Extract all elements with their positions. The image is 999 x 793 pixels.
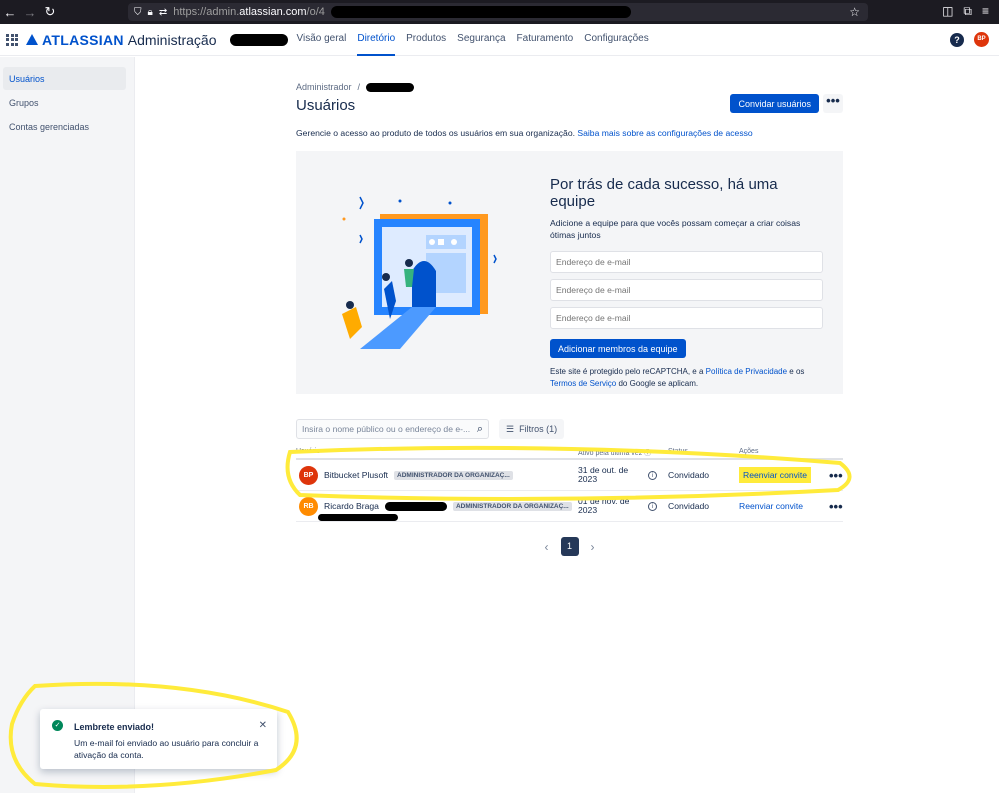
email-field-3[interactable] (550, 307, 823, 329)
redacted-breadcrumb (366, 82, 415, 92)
page-number[interactable]: 1 (560, 537, 579, 556)
status-text: Convidado (668, 470, 710, 480)
resend-invite-link[interactable]: Reenviar convite (739, 467, 812, 483)
sidebar-item-grupos[interactable]: Grupos (3, 91, 126, 114)
nav-visao-geral[interactable]: Visão geral (296, 24, 346, 56)
info-icon[interactable]: i (648, 501, 657, 511)
atlassian-logo[interactable]: ATLASSIAN (26, 32, 124, 48)
close-icon[interactable]: ✕ (259, 720, 267, 731)
column-actions: Ações (739, 448, 759, 455)
row-more-icon[interactable]: ••• (829, 468, 843, 483)
bookmark-star-icon[interactable]: ☆ (849, 5, 860, 19)
extensions-icon[interactable]: ⧉ (963, 4, 972, 19)
filters-button[interactable]: ☰ Filtros (1) (499, 419, 565, 439)
column-user[interactable]: Usuário (296, 448, 578, 458)
nav-configuracoes[interactable]: Configurações (584, 24, 648, 56)
top-nav: Visão geral Diretório Produtos Segurança… (296, 24, 649, 56)
sidebar: Usuários Grupos Contas gerenciadas (0, 57, 135, 793)
breadcrumb-root[interactable]: Administrador (296, 82, 352, 92)
info-icon: ⓘ (644, 450, 652, 457)
email-field-1[interactable] (550, 251, 823, 273)
more-actions-button[interactable]: ••• (823, 94, 843, 113)
last-active-date: 31 de out. de 2023 (578, 465, 629, 484)
page-description: Gerencie o acesso ao produto de todos os… (296, 128, 753, 138)
promo-subtitle: Adicione a equipe para que vocês possam … (550, 218, 801, 240)
success-check-icon: ✓ (52, 720, 63, 731)
breadcrumb: Administrador / (296, 82, 843, 92)
table-row[interactable]: BP Bitbucket Plusoft ADMINISTRADOR DA OR… (296, 460, 843, 491)
reload-icon[interactable]: ↻ (40, 4, 60, 20)
status-text: Convidado (668, 501, 710, 511)
invite-users-button[interactable]: Convidar usuários (730, 94, 819, 113)
user-search-input[interactable]: Insira o nome público ou o endereço de e… (296, 419, 489, 439)
privacy-policy-link[interactable]: Política de Privacidade (706, 367, 787, 376)
prev-page-icon[interactable]: ‹ (545, 540, 549, 554)
email-field-2[interactable] (550, 279, 823, 301)
users-table: Usuário Ativo pela última vez ⓘ Status A… (296, 448, 843, 522)
sidebar-item-contas-gerenciadas[interactable]: Contas gerenciadas (3, 115, 126, 138)
redacted-email (384, 501, 447, 511)
next-page-icon[interactable]: › (591, 540, 595, 554)
browser-toolbar: ← → ↻ ⛉ 🔒︎ ⇄ https://admin.atlassian.com… (0, 0, 999, 24)
user-avatar[interactable]: BP (974, 32, 989, 47)
last-active-date: 01 de nov. de 2023 (578, 496, 630, 515)
column-status: Status (668, 448, 688, 455)
column-last-active[interactable]: Ativo pela última vez ⓘ (578, 448, 668, 458)
app-switcher-icon[interactable] (6, 33, 18, 46)
row-more-icon[interactable]: ••• (829, 499, 843, 514)
avatar: RB (299, 496, 318, 516)
redacted-email-line (318, 514, 398, 521)
product-name: Administração (127, 31, 217, 48)
team-illustration (342, 196, 497, 349)
user-name[interactable]: Bitbucket Plusoft (324, 470, 388, 480)
access-settings-link[interactable]: Saiba mais sobre as configurações de ace… (577, 128, 752, 138)
nav-faturamento[interactable]: Faturamento (517, 24, 574, 56)
redacted-url (330, 6, 631, 18)
info-icon[interactable]: i (648, 470, 657, 480)
forward-icon[interactable]: → (20, 5, 40, 20)
avatar: BP (299, 465, 318, 485)
invite-team-panel: Por trás de cada sucesso, há uma equipe … (296, 151, 843, 394)
app-header: ATLASSIAN Administração Visão geral Dire… (0, 24, 999, 56)
filters-bar: Insira o nome público ou o endereço de e… (296, 419, 843, 439)
sidebar-item-usuarios[interactable]: Usuários (3, 67, 126, 90)
table-row[interactable]: RB Ricardo Braga ADMINISTRADOR DA ORGANI… (296, 491, 843, 522)
user-name[interactable]: Ricardo Braga (324, 501, 379, 511)
breadcrumb-separator: / (357, 82, 361, 92)
main-content: Administrador / Usuários Convidar usuári… (296, 82, 843, 556)
url-bar[interactable]: ⛉ 🔒︎ ⇄ https://admin.atlassian.com/o/4 ☆ (128, 3, 868, 21)
nav-diretorio[interactable]: Diretório (357, 24, 396, 56)
atlassian-logo-icon (26, 34, 38, 45)
help-icon[interactable]: ? (950, 32, 964, 47)
toast-title: Lembrete enviado! (74, 722, 155, 732)
filter-icon: ☰ (506, 423, 515, 434)
reminder-sent-toast: ✓ Lembrete enviado! ✕ Um e-mail foi envi… (40, 709, 277, 769)
menu-icon[interactable]: ≡ (982, 4, 989, 19)
lock-icon[interactable]: 🔒︎ (148, 7, 153, 18)
redacted-org-name (230, 33, 289, 46)
recaptcha-notice: Este site é protegido pelo reCAPTCHA, e … (550, 367, 805, 388)
back-icon[interactable]: ← (0, 5, 20, 20)
pagination: ‹ 1 › (296, 537, 843, 556)
resend-invite-link[interactable]: Reenviar convite (739, 501, 803, 511)
nav-seguranca[interactable]: Segurança (457, 24, 505, 56)
add-team-members-button[interactable]: Adicionar membros da equipe (550, 339, 686, 358)
role-badge: ADMINISTRADOR DA ORGANIZAÇ... (452, 501, 572, 511)
toast-body: Um e-mail foi enviado ao usuário para co… (74, 738, 259, 760)
shield-icon[interactable]: ⛉ (134, 7, 142, 18)
role-badge: ADMINISTRADOR DA ORGANIZAÇ... (394, 470, 513, 480)
terms-of-service-link[interactable]: Termos de Serviço (550, 379, 616, 388)
pocket-icon[interactable]: ◫ (942, 4, 953, 19)
nav-produtos[interactable]: Produtos (406, 24, 446, 56)
promo-title: Por trás de cada sucesso, há uma equipe (550, 176, 778, 210)
permissions-icon[interactable]: ⇄ (159, 7, 167, 18)
table-header: Usuário Ativo pela última vez ⓘ Status A… (296, 448, 843, 460)
search-icon[interactable]: ⌕ (477, 423, 483, 436)
url-text[interactable]: https://admin.atlassian.com/o/4 (173, 6, 325, 18)
